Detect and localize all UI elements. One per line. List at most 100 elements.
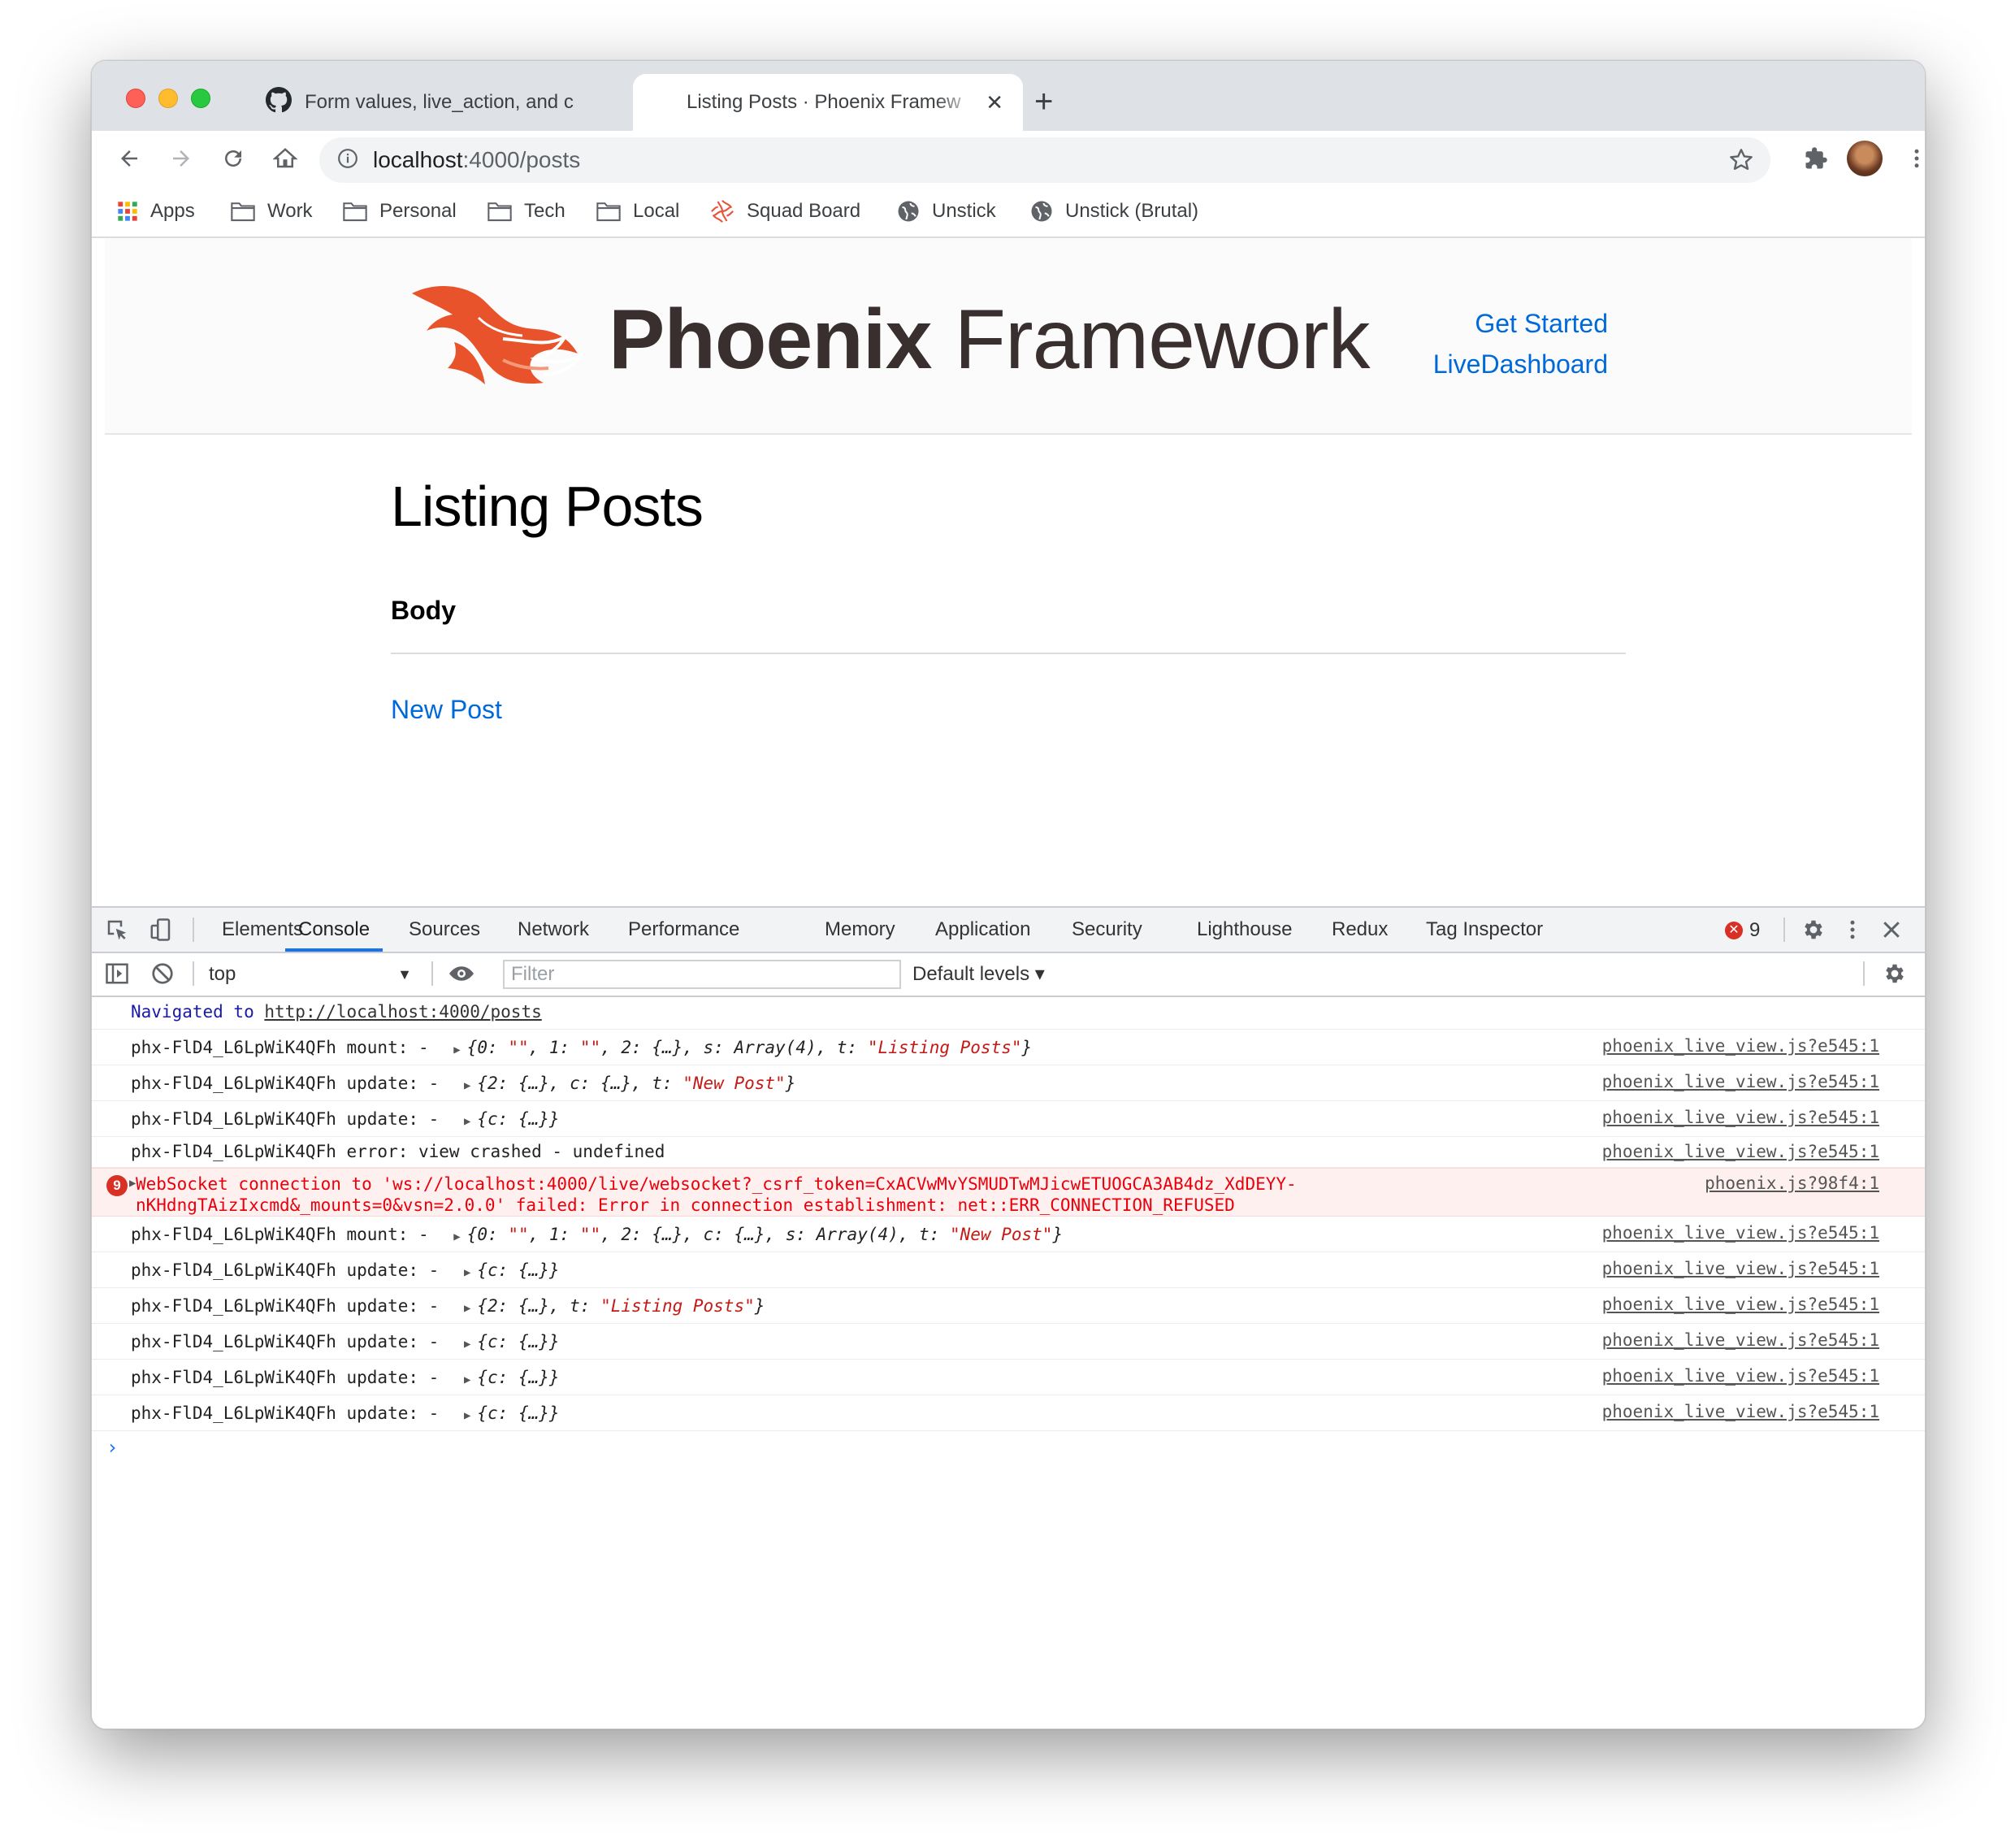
console-message: phx-FlD4_L6LpWiK4QFh error: view crashed… xyxy=(92,1137,1925,1168)
source-link[interactable]: phoenix_live_view.js?e545:1 xyxy=(1602,1072,1879,1091)
minimize-window-button[interactable] xyxy=(158,89,178,108)
brand-wordmark: Phoenix Framework xyxy=(609,293,1371,387)
puzzle-icon xyxy=(1805,147,1827,169)
devtools-tab-console[interactable]: Console xyxy=(285,908,384,952)
new-post-link[interactable]: New Post xyxy=(391,695,502,725)
console-message: phx-FlD4_L6LpWiK4QFh update: - ▶ {c: {…}}… xyxy=(92,1360,1925,1395)
eye-icon[interactable] xyxy=(448,961,475,990)
bookmark-label: Work xyxy=(267,200,313,222)
devtools-tab-memory[interactable]: Memory xyxy=(825,908,895,952)
console-message: phx-FlD4_L6LpWiK4QFh mount: - ▶ {0: "", 1… xyxy=(92,1217,1925,1252)
console-message: phx-FlD4_L6LpWiK4QFh update: - ▶ {c: {…}}… xyxy=(92,1324,1925,1360)
devtools-tab-network[interactable]: Network xyxy=(518,908,589,952)
more-vertical-icon[interactable] xyxy=(1840,917,1865,946)
inspect-element-icon[interactable] xyxy=(105,917,129,946)
device-toolbar-icon[interactable] xyxy=(149,917,173,946)
devtools-tab-sources[interactable]: Sources xyxy=(409,908,480,952)
arrow-right-icon xyxy=(173,150,189,167)
console-message: phx-FlD4_L6LpWiK4QFh mount: - ▶ {0: "", 1… xyxy=(92,1030,1925,1065)
bookmark-label: Personal xyxy=(379,200,457,222)
tab-strip: Form values, live_action, and c ✕ Listin… xyxy=(92,61,1925,131)
error-count: 9 xyxy=(1749,919,1761,941)
bookmark-squad-board[interactable]: Squad Board xyxy=(709,196,860,227)
sidebar-toggle-icon[interactable] xyxy=(105,961,129,990)
bookmark-unstick[interactable]: Unstick xyxy=(896,196,996,227)
source-link[interactable]: phoenix_live_view.js?e545:1 xyxy=(1602,1402,1879,1421)
log-text: phx-FlD4_L6LpWiK4QFh update: - ▶ {c: {…}} xyxy=(131,1260,560,1280)
bookmark-label: Tech xyxy=(524,200,566,222)
zoom-window-button[interactable] xyxy=(191,89,210,108)
source-link[interactable]: phoenix.js?98f4:1 xyxy=(1705,1173,1879,1193)
source-link[interactable]: phoenix_live_view.js?e545:1 xyxy=(1602,1366,1879,1386)
get-started-link[interactable]: Get Started xyxy=(1433,303,1608,344)
reload-button[interactable] xyxy=(217,142,249,175)
table-header-body: Body xyxy=(391,596,456,625)
console-filter-input[interactable]: Filter xyxy=(503,960,901,989)
reload-icon xyxy=(225,150,241,167)
source-link[interactable]: phoenix_live_view.js?e545:1 xyxy=(1602,1330,1879,1350)
folder-icon xyxy=(231,202,255,222)
bookmark-folder-work[interactable]: Work xyxy=(230,196,313,227)
chrome-menu-button[interactable] xyxy=(1900,142,1925,175)
bookmark-folder-tech[interactable]: Tech xyxy=(487,196,566,227)
address-bar[interactable]: localhost:4000/posts xyxy=(319,137,1770,183)
phoenix-bird-logo-icon xyxy=(405,279,592,405)
toolbar-separator xyxy=(193,961,194,986)
bookmark-label: Local xyxy=(633,200,680,222)
log-text: phx-FlD4_L6LpWiK4QFh error: view crashed… xyxy=(131,1142,665,1161)
bookmark-unstick-brutal[interactable]: Unstick (Brutal) xyxy=(1029,196,1198,227)
bookmark-label: Unstick xyxy=(932,200,996,222)
context-selector[interactable]: top ▼ xyxy=(209,953,420,996)
globe-icon xyxy=(898,201,919,222)
back-button[interactable] xyxy=(113,142,145,175)
bookmark-folder-local[interactable]: Local xyxy=(596,196,679,227)
close-devtools-icon[interactable] xyxy=(1879,917,1904,946)
bookmarks-bar: Apps Work Personal Tech Local Squad Boar… xyxy=(92,186,1925,238)
home-button[interactable] xyxy=(269,142,301,175)
tab-close-icon[interactable]: ✕ xyxy=(986,90,1003,115)
clear-console-icon[interactable] xyxy=(150,961,175,990)
error-counter[interactable]: ✕ 9 xyxy=(1725,919,1760,942)
devtools-tab-performance[interactable]: Performance xyxy=(628,908,739,952)
source-link[interactable]: phoenix_live_view.js?e545:1 xyxy=(1602,1142,1879,1161)
tab-listing-posts[interactable]: Listing Posts · Phoenix Framew ✕ xyxy=(633,74,1023,131)
source-link[interactable]: phoenix_live_view.js?e545:1 xyxy=(1602,1259,1879,1278)
source-link[interactable]: phoenix_live_view.js?e545:1 xyxy=(1602,1295,1879,1314)
squad-logo-icon xyxy=(711,199,734,223)
navigation-message: Navigated to http://localhost:4000/posts xyxy=(131,1002,542,1022)
close-window-button[interactable] xyxy=(126,89,145,108)
toolbar-separator xyxy=(1863,961,1865,986)
tab-title: Form values, live_action, and c xyxy=(305,91,574,113)
settings-gear-icon[interactable] xyxy=(1801,917,1826,946)
error-text: WebSocket connection to 'ws://localhost:… xyxy=(136,1174,1297,1215)
devtools-tab-redux[interactable]: Redux xyxy=(1332,908,1388,952)
home-icon xyxy=(273,148,297,168)
source-link[interactable]: phoenix_live_view.js?e545:1 xyxy=(1602,1036,1879,1056)
bookmark-apps[interactable]: Apps xyxy=(116,196,195,227)
console-message: phx-FlD4_L6LpWiK4QFh update: - ▶ {c: {…}}… xyxy=(92,1101,1925,1137)
devtools-tab-application[interactable]: Application xyxy=(935,908,1030,952)
devtools-tab-security[interactable]: Security xyxy=(1072,908,1142,952)
info-icon[interactable] xyxy=(337,148,358,173)
livedashboard-link[interactable]: LiveDashboard xyxy=(1433,344,1608,384)
extensions-button[interactable] xyxy=(1800,142,1832,175)
more-vertical-icon xyxy=(1914,149,1919,168)
bookmark-folder-personal[interactable]: Personal xyxy=(342,196,457,227)
console-settings-gear-icon[interactable] xyxy=(1883,961,1907,990)
source-link[interactable]: phoenix_live_view.js?e545:1 xyxy=(1602,1223,1879,1243)
dropdown-arrow-icon: ▼ xyxy=(397,966,412,983)
forward-button[interactable] xyxy=(165,142,197,175)
console-prompt-line[interactable]: › xyxy=(92,1431,1925,1467)
devtools-tab-tag-inspector[interactable]: Tag Inspector xyxy=(1426,908,1543,952)
devtools-tab-lighthouse[interactable]: Lighthouse xyxy=(1197,908,1292,952)
profile-avatar[interactable] xyxy=(1847,141,1883,176)
source-link[interactable]: phoenix_live_view.js?e545:1 xyxy=(1602,1108,1879,1127)
log-levels-dropdown[interactable]: Default levels ▾ xyxy=(912,953,1045,996)
new-tab-button[interactable]: + xyxy=(1034,85,1053,118)
url-text: localhost:4000/posts xyxy=(373,147,581,172)
header-nav: Get Started LiveDashboard xyxy=(1433,303,1608,384)
browser-window: Form values, live_action, and c ✕ Listin… xyxy=(91,60,1926,1729)
bookmark-star-icon[interactable] xyxy=(1728,147,1754,177)
page-title: Listing Posts xyxy=(391,475,704,538)
navigated-url-link[interactable]: http://localhost:4000/posts xyxy=(264,1002,541,1022)
